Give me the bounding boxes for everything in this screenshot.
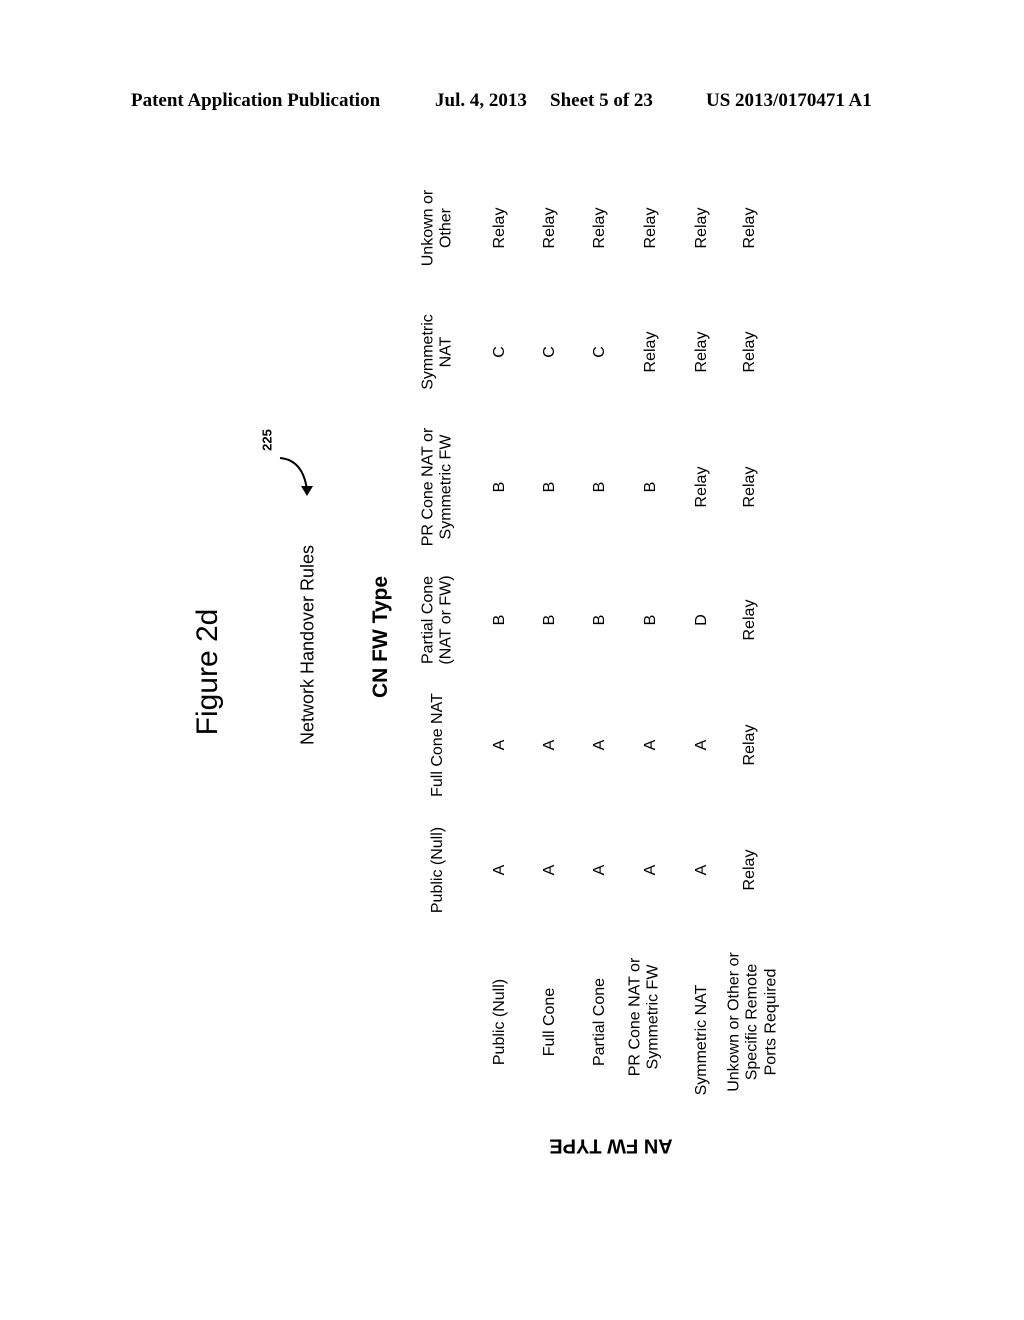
table-cell: Relay [740,724,758,766]
figure-subtitle: Network Handover Rules [297,544,318,746]
table-cell: Relay [590,207,608,249]
table-cell: B [641,481,659,493]
table-cell: Relay [641,207,659,249]
table-cell: B [490,614,508,626]
table-cell: Relay [740,466,758,508]
table-cell: A [490,739,508,751]
table-cell: B [590,481,608,493]
row-label: Partial Cone [590,977,608,1067]
patent-number: US 2013/0170471 A1 [706,90,872,111]
reference-numeral: 225 [259,429,275,451]
table-cell: B [490,481,508,493]
column-group-label: CN FW Type [368,575,392,699]
table-cell: A [692,739,710,751]
column-header: Public (Null) [428,826,446,914]
figure-title: Figure 2d [190,608,224,736]
publication-label: Patent Application Publication [131,90,381,111]
table-cell: C [490,346,508,358]
table-cell: Relay [740,207,758,249]
table-cell: A [540,864,558,876]
column-header: PR Cone NAT or Symmetric FW [419,427,455,547]
table-cell: C [540,346,558,358]
table-cell: C [590,346,608,358]
table-cell: A [540,739,558,751]
column-header: Unkown or Other [419,189,455,267]
sheet-number: Sheet 5 of 23 [550,90,653,111]
table-cell: A [692,864,710,876]
table-cell: Relay [641,331,659,373]
table-cell: A [590,864,608,876]
table-cell: A [590,739,608,751]
table-cell: A [641,739,659,751]
table-cell: Relay [540,207,558,249]
row-label: Unkown or Other or Specific Remote Ports R… [725,952,780,1092]
table-cell: B [641,614,659,626]
table-cell: B [540,614,558,626]
table-cell: Relay [740,849,758,891]
table-cell: Relay [692,466,710,508]
row-label: PR Cone NAT or Symmetric FW [626,957,662,1077]
column-header: Symmetric NAT [419,314,455,390]
row-label: Public (Null) [490,978,508,1066]
table-cell: A [490,864,508,876]
table-cell: Relay [692,331,710,373]
table-cell: A [641,864,659,876]
row-label: Full Cone [540,987,558,1057]
column-header: Partial Cone (NAT or FW) [419,575,455,665]
reference-arrow-icon [279,457,313,496]
table-cell: B [540,481,558,493]
column-header: Full Cone NAT [428,693,446,797]
publication-date: Jul. 4, 2013 [435,90,527,111]
table-cell: Relay [740,331,758,373]
table-cell: D [692,614,710,626]
table-cell: B [590,614,608,626]
table-cell: Relay [692,207,710,249]
table-cell: Relay [490,207,508,249]
row-group-label: AN FW TYPE [549,1134,673,1157]
table-cell: Relay [740,599,758,641]
row-label: Symmetric NAT [692,984,710,1096]
